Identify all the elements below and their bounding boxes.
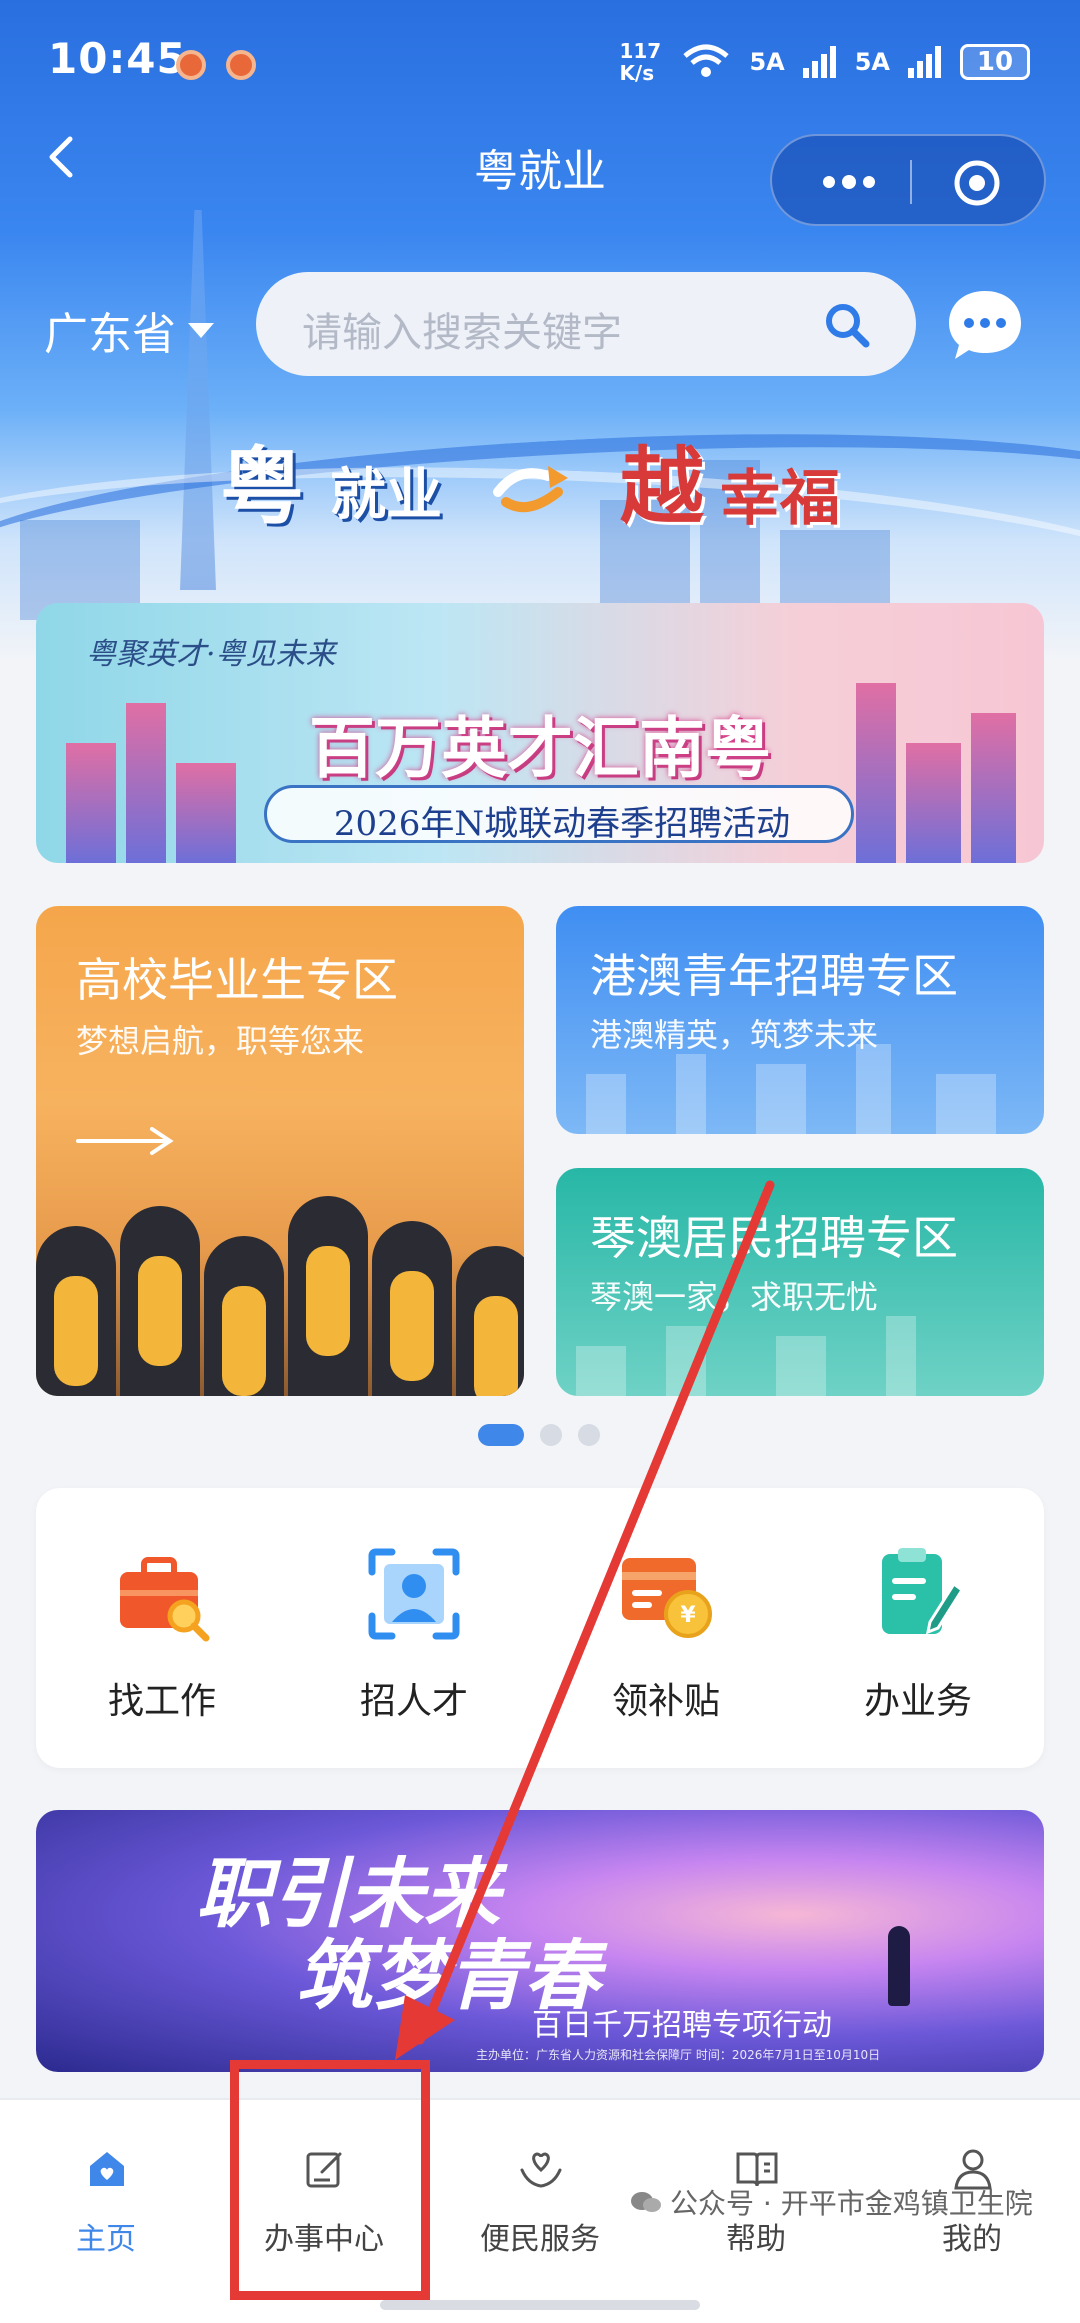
signal-label-2: 5A <box>854 48 890 76</box>
region-selector[interactable]: 广东省 <box>44 298 214 362</box>
service-grid: 找工作 招人才 ¥ 领补贴 办业务 <box>36 1488 1044 1768</box>
graduate-figure <box>204 1236 284 1396</box>
status-time: 10:45 <box>48 34 187 83</box>
graduate-figure <box>372 1221 452 1396</box>
service-recruit[interactable]: 招人才 <box>288 1488 540 1768</box>
graduate-figure <box>456 1246 524 1396</box>
banner-subtitle: 2026年N城联动春季招聘活动 <box>333 804 791 844</box>
city-building <box>666 1326 706 1396</box>
dropdown-triangle-icon <box>188 322 214 338</box>
banner-subtitle: 百日千万招聘专项行动 <box>532 2008 832 2043</box>
hero-header: 10:45 117 K/s 5A 5A 10 粤就业 广东省 请输入搜索关键字 … <box>0 0 1080 660</box>
subsidy-card-icon: ¥ <box>622 1558 712 1638</box>
city-building <box>776 1336 826 1396</box>
service-label: 招人才 <box>359 1681 468 1722</box>
city-building <box>676 1054 706 1134</box>
campaign-banner[interactable]: 职引未来 筑梦青春 百日千万招聘专项行动 主办单位：广东省人力资源和社会保障厅 … <box>36 1810 1044 2072</box>
watermark-text: 公众号 · 开平市金鸡镇卫生院 <box>670 2187 1033 2220</box>
service-label: 办业务 <box>863 1681 972 1722</box>
recruitment-banner[interactable]: 粤聚英才·粤见未来 百万英才汇南粤 2026年N城联动春季招聘活动 <box>36 603 1044 863</box>
service-label: 找工作 <box>107 1681 216 1722</box>
notification-icon <box>226 50 256 80</box>
arrow-right-icon <box>76 1127 174 1155</box>
hero-slogan: 粤 就业 越 幸福 <box>220 420 880 536</box>
home-icon <box>90 2152 124 2186</box>
city-building <box>886 1316 916 1396</box>
search-bar[interactable]: 请输入搜索关键字 <box>256 272 916 376</box>
search-icon[interactable] <box>822 300 872 350</box>
watermark: 公众号 · 开平市金鸡镇卫生院 <box>630 2182 1033 2222</box>
highlight-box <box>230 2060 430 2300</box>
slogan-text: 粤 <box>220 437 305 536</box>
service-find-job[interactable]: 找工作 <box>36 1488 288 1768</box>
service-business[interactable]: 办业务 <box>792 1488 1044 1768</box>
zone-subtitle: 港澳精英，筑梦未来 <box>590 1016 879 1054</box>
heart-hands-icon <box>520 2152 562 2188</box>
status-bar: 10:45 117 K/s 5A 5A 10 <box>0 0 1080 120</box>
slogan-text: 幸福 <box>720 464 840 534</box>
battery-icon: 10 <box>960 44 1030 80</box>
person-silhouette <box>888 1926 910 2006</box>
zone-subtitle: 梦想启航，职等您来 <box>76 1022 365 1060</box>
signal-icon <box>908 46 941 78</box>
hengqin-macao-zone-card[interactable]: 琴澳居民招聘专区 琴澳一家，求职无忧 <box>556 1168 1044 1396</box>
graduate-zone-card[interactable]: 高校毕业生专区 梦想启航，职等您来 <box>36 906 524 1396</box>
notification-icon <box>176 50 206 80</box>
tab-label: 便民服务 <box>480 2222 600 2257</box>
service-label: 领补贴 <box>611 1681 720 1722</box>
miniprogram-capsule <box>770 134 1046 226</box>
city-building <box>936 1074 996 1134</box>
city-building <box>756 1064 806 1134</box>
zone-title: 琴澳居民招聘专区 <box>590 1211 958 1265</box>
banner-subtitle-box: 2026年N城联动春季招聘活动 <box>264 785 854 844</box>
status-indicators: 117 K/s 5A 5A 10 <box>619 40 1030 84</box>
document-edit-icon <box>882 1548 965 1635</box>
wifi-icon <box>683 44 730 77</box>
banner-footer: 主办单位：广东省人力资源和社会保障厅 时间：2026年7月1日至10月10日 <box>476 2048 881 2062</box>
graduate-figure <box>120 1206 200 1396</box>
graduates-illustration <box>36 1166 524 1396</box>
slogan-text: 越 <box>620 437 705 536</box>
carousel-dot-active[interactable] <box>478 1424 524 1446</box>
briefcase-search-icon <box>120 1557 210 1642</box>
zone-title: 港澳青年招聘专区 <box>590 949 958 1003</box>
person-scan-icon <box>368 1548 460 1640</box>
tab-home[interactable]: 主页 <box>6 2124 206 2274</box>
chat-bubble-icon[interactable] <box>945 285 1025 365</box>
carousel-dot[interactable] <box>540 1424 562 1446</box>
service-subsidy[interactable]: ¥ 领补贴 <box>540 1488 792 1768</box>
signal-label-1: 5A <box>749 48 785 76</box>
wechat-icon <box>631 2192 661 2212</box>
more-icon[interactable] <box>814 162 884 202</box>
zone-subtitle: 琴澳一家，求职无忧 <box>590 1278 879 1316</box>
svg-text:¥: ¥ <box>680 1603 696 1628</box>
net-speed: 117 K/s <box>619 39 662 85</box>
search-input[interactable]: 请输入搜索关键字 <box>302 300 622 358</box>
hk-macao-zone-card[interactable]: 港澳青年招聘专区 港澳精英，筑梦未来 <box>556 906 1044 1134</box>
carousel-indicator <box>478 1424 608 1446</box>
banner-title: 百万英才汇南粤 <box>309 709 771 787</box>
carousel-dot[interactable] <box>578 1424 600 1446</box>
zone-title: 高校毕业生专区 <box>76 953 398 1007</box>
signal-icon <box>802 46 836 78</box>
logo-mark-icon <box>493 466 568 513</box>
capsule-divider <box>910 160 912 204</box>
slogan-text: 就业 <box>330 462 442 528</box>
city-building <box>856 1044 891 1134</box>
graduate-figure <box>288 1196 368 1396</box>
close-miniprogram-icon[interactable] <box>952 158 1002 208</box>
home-indicator[interactable] <box>380 2300 700 2310</box>
region-label: 广东省 <box>44 309 176 360</box>
city-building <box>586 1074 626 1134</box>
city-building <box>576 1346 626 1396</box>
banner-tagline: 粤聚英才·粤见未来 <box>86 637 336 672</box>
tab-label: 主页 <box>76 2222 136 2257</box>
tab-convenience[interactable]: 便民服务 <box>440 2124 640 2274</box>
graduate-figure <box>36 1226 116 1396</box>
